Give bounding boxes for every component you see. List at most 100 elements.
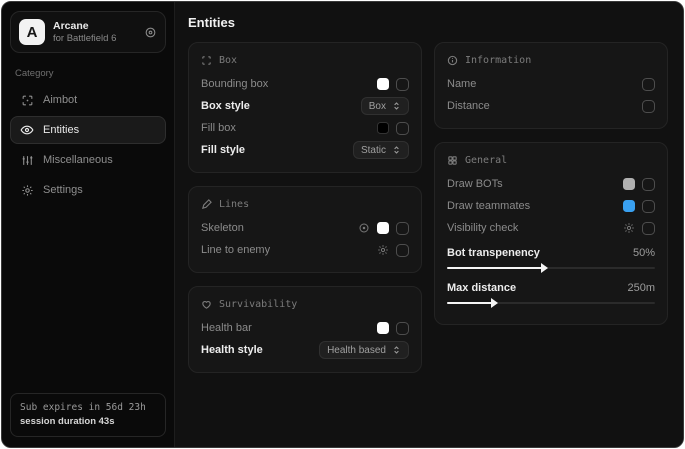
bot-transparency-slider[interactable] (447, 264, 655, 272)
row-draw-bots: Draw BOTs (447, 173, 655, 195)
color-swatch[interactable] (377, 222, 389, 234)
gear-icon[interactable] (377, 244, 389, 256)
row-label: Draw BOTs (447, 178, 503, 190)
app-subtitle: for Battlefield 6 (53, 33, 136, 45)
row-visibility-check: Visibility check (447, 217, 655, 239)
visibility-check-checkbox[interactable] (642, 222, 655, 235)
gear-icon[interactable] (623, 222, 635, 234)
sidebar-item-label: Entities (43, 124, 79, 136)
row-fill-box: Fill box (201, 117, 409, 139)
dropdown-value: Health based (327, 345, 386, 356)
heart-icon (201, 299, 212, 310)
row-distance: Distance (447, 95, 655, 117)
row-label: Bounding box (201, 78, 268, 90)
pencil-icon (201, 199, 212, 210)
health-style-dropdown[interactable]: Health based (319, 341, 409, 359)
row-health-bar: Health bar (201, 317, 409, 339)
panel-header-label: Box (219, 55, 237, 66)
row-fill-style: Fill style Static (201, 139, 409, 161)
info-icon (447, 55, 458, 66)
sidebar-item-entities[interactable]: Entities (10, 116, 166, 144)
app-name: Arcane (53, 20, 136, 33)
row-health-style: Health style Health based (201, 339, 409, 361)
eye-icon (20, 123, 34, 137)
main-content: Entities Box Bounding box (175, 2, 683, 447)
row-line-to-enemy: Line to enemy (201, 239, 409, 261)
slider-thumb[interactable] (491, 298, 498, 308)
row-label: Distance (447, 100, 490, 112)
slider-label: Max distance (447, 282, 516, 294)
row-box-style: Box style Box (201, 95, 409, 117)
row-label: Fill style (201, 144, 245, 156)
panel-box: Box Bounding box Box style Box (188, 42, 422, 173)
panel-header-label: General (465, 155, 507, 166)
target-icon[interactable] (144, 26, 157, 39)
bot-transparency-control: Bot transpenency 50% (447, 243, 655, 272)
row-bounding-box: Bounding box (201, 73, 409, 95)
line-to-enemy-checkbox[interactable] (396, 244, 409, 257)
chevron-up-down-icon (392, 345, 401, 355)
sidebar-item-label: Miscellaneous (43, 154, 113, 166)
app-logo: A (19, 19, 45, 45)
max-distance-control: Max distance 250m (447, 278, 655, 307)
health-bar-checkbox[interactable] (396, 322, 409, 335)
max-distance-slider[interactable] (447, 299, 655, 307)
panel-general: General Draw BOTs Draw teammates (434, 142, 668, 325)
grid-icon (447, 155, 458, 166)
bounding-box-checkbox[interactable] (396, 78, 409, 91)
app-header-card: A Arcane for Battlefield 6 (10, 11, 166, 53)
panel-header-label: Information (465, 55, 531, 66)
draw-teammates-checkbox[interactable] (642, 200, 655, 213)
chevron-up-down-icon (392, 145, 401, 155)
sidebar-item-aimbot[interactable]: Aimbot (10, 86, 166, 114)
sidebar-item-miscellaneous[interactable]: Miscellaneous (10, 146, 166, 174)
box-style-dropdown[interactable]: Box (361, 97, 409, 115)
sidebar-item-settings[interactable]: Settings (10, 176, 166, 204)
dropdown-value: Static (361, 145, 386, 156)
row-label: Health style (201, 344, 263, 356)
sliders-icon (20, 154, 34, 167)
sidebar: A Arcane for Battlefield 6 Category Aimb… (2, 2, 175, 447)
color-swatch[interactable] (623, 178, 635, 190)
crosshair-icon (20, 94, 34, 107)
color-swatch[interactable] (377, 322, 389, 334)
row-label: Skeleton (201, 222, 244, 234)
sub-expires-text: Sub expires in 56d 23h (20, 401, 156, 415)
sidebar-item-label: Settings (43, 184, 83, 196)
name-checkbox[interactable] (642, 78, 655, 91)
row-label: Line to enemy (201, 244, 270, 256)
category-label: Category (15, 68, 161, 79)
dropdown-value: Box (369, 101, 386, 112)
gear-icon (20, 184, 34, 197)
chevron-up-down-icon (392, 101, 401, 111)
frame-icon (201, 55, 212, 66)
sidebar-item-label: Aimbot (43, 94, 77, 106)
row-label: Fill box (201, 122, 236, 134)
panel-header-label: Survivability (219, 299, 297, 310)
fill-box-checkbox[interactable] (396, 122, 409, 135)
settings-icon[interactable] (358, 222, 370, 234)
fill-style-dropdown[interactable]: Static (353, 141, 409, 159)
slider-value: 50% (633, 247, 655, 259)
panel-survivability: Survivability Health bar Health style He… (188, 286, 422, 373)
row-label: Visibility check (447, 222, 518, 234)
slider-label: Bot transpenency (447, 247, 540, 259)
panel-header-label: Lines (219, 199, 249, 210)
row-name: Name (447, 73, 655, 95)
row-draw-teammates: Draw teammates (447, 195, 655, 217)
color-swatch[interactable] (377, 122, 389, 134)
slider-thumb[interactable] (541, 263, 548, 273)
row-label: Name (447, 78, 476, 90)
color-swatch[interactable] (377, 78, 389, 90)
panel-information: Information Name Distance (434, 42, 668, 129)
skeleton-checkbox[interactable] (396, 222, 409, 235)
row-label: Draw teammates (447, 200, 530, 212)
draw-bots-checkbox[interactable] (642, 178, 655, 191)
row-skeleton: Skeleton (201, 217, 409, 239)
color-swatch[interactable] (623, 200, 635, 212)
subscription-box: Sub expires in 56d 23h session duration … (10, 393, 166, 438)
app-window: A Arcane for Battlefield 6 Category Aimb… (1, 1, 684, 448)
distance-checkbox[interactable] (642, 100, 655, 113)
panel-lines: Lines Skeleton (188, 186, 422, 273)
page-title: Entities (188, 15, 668, 30)
